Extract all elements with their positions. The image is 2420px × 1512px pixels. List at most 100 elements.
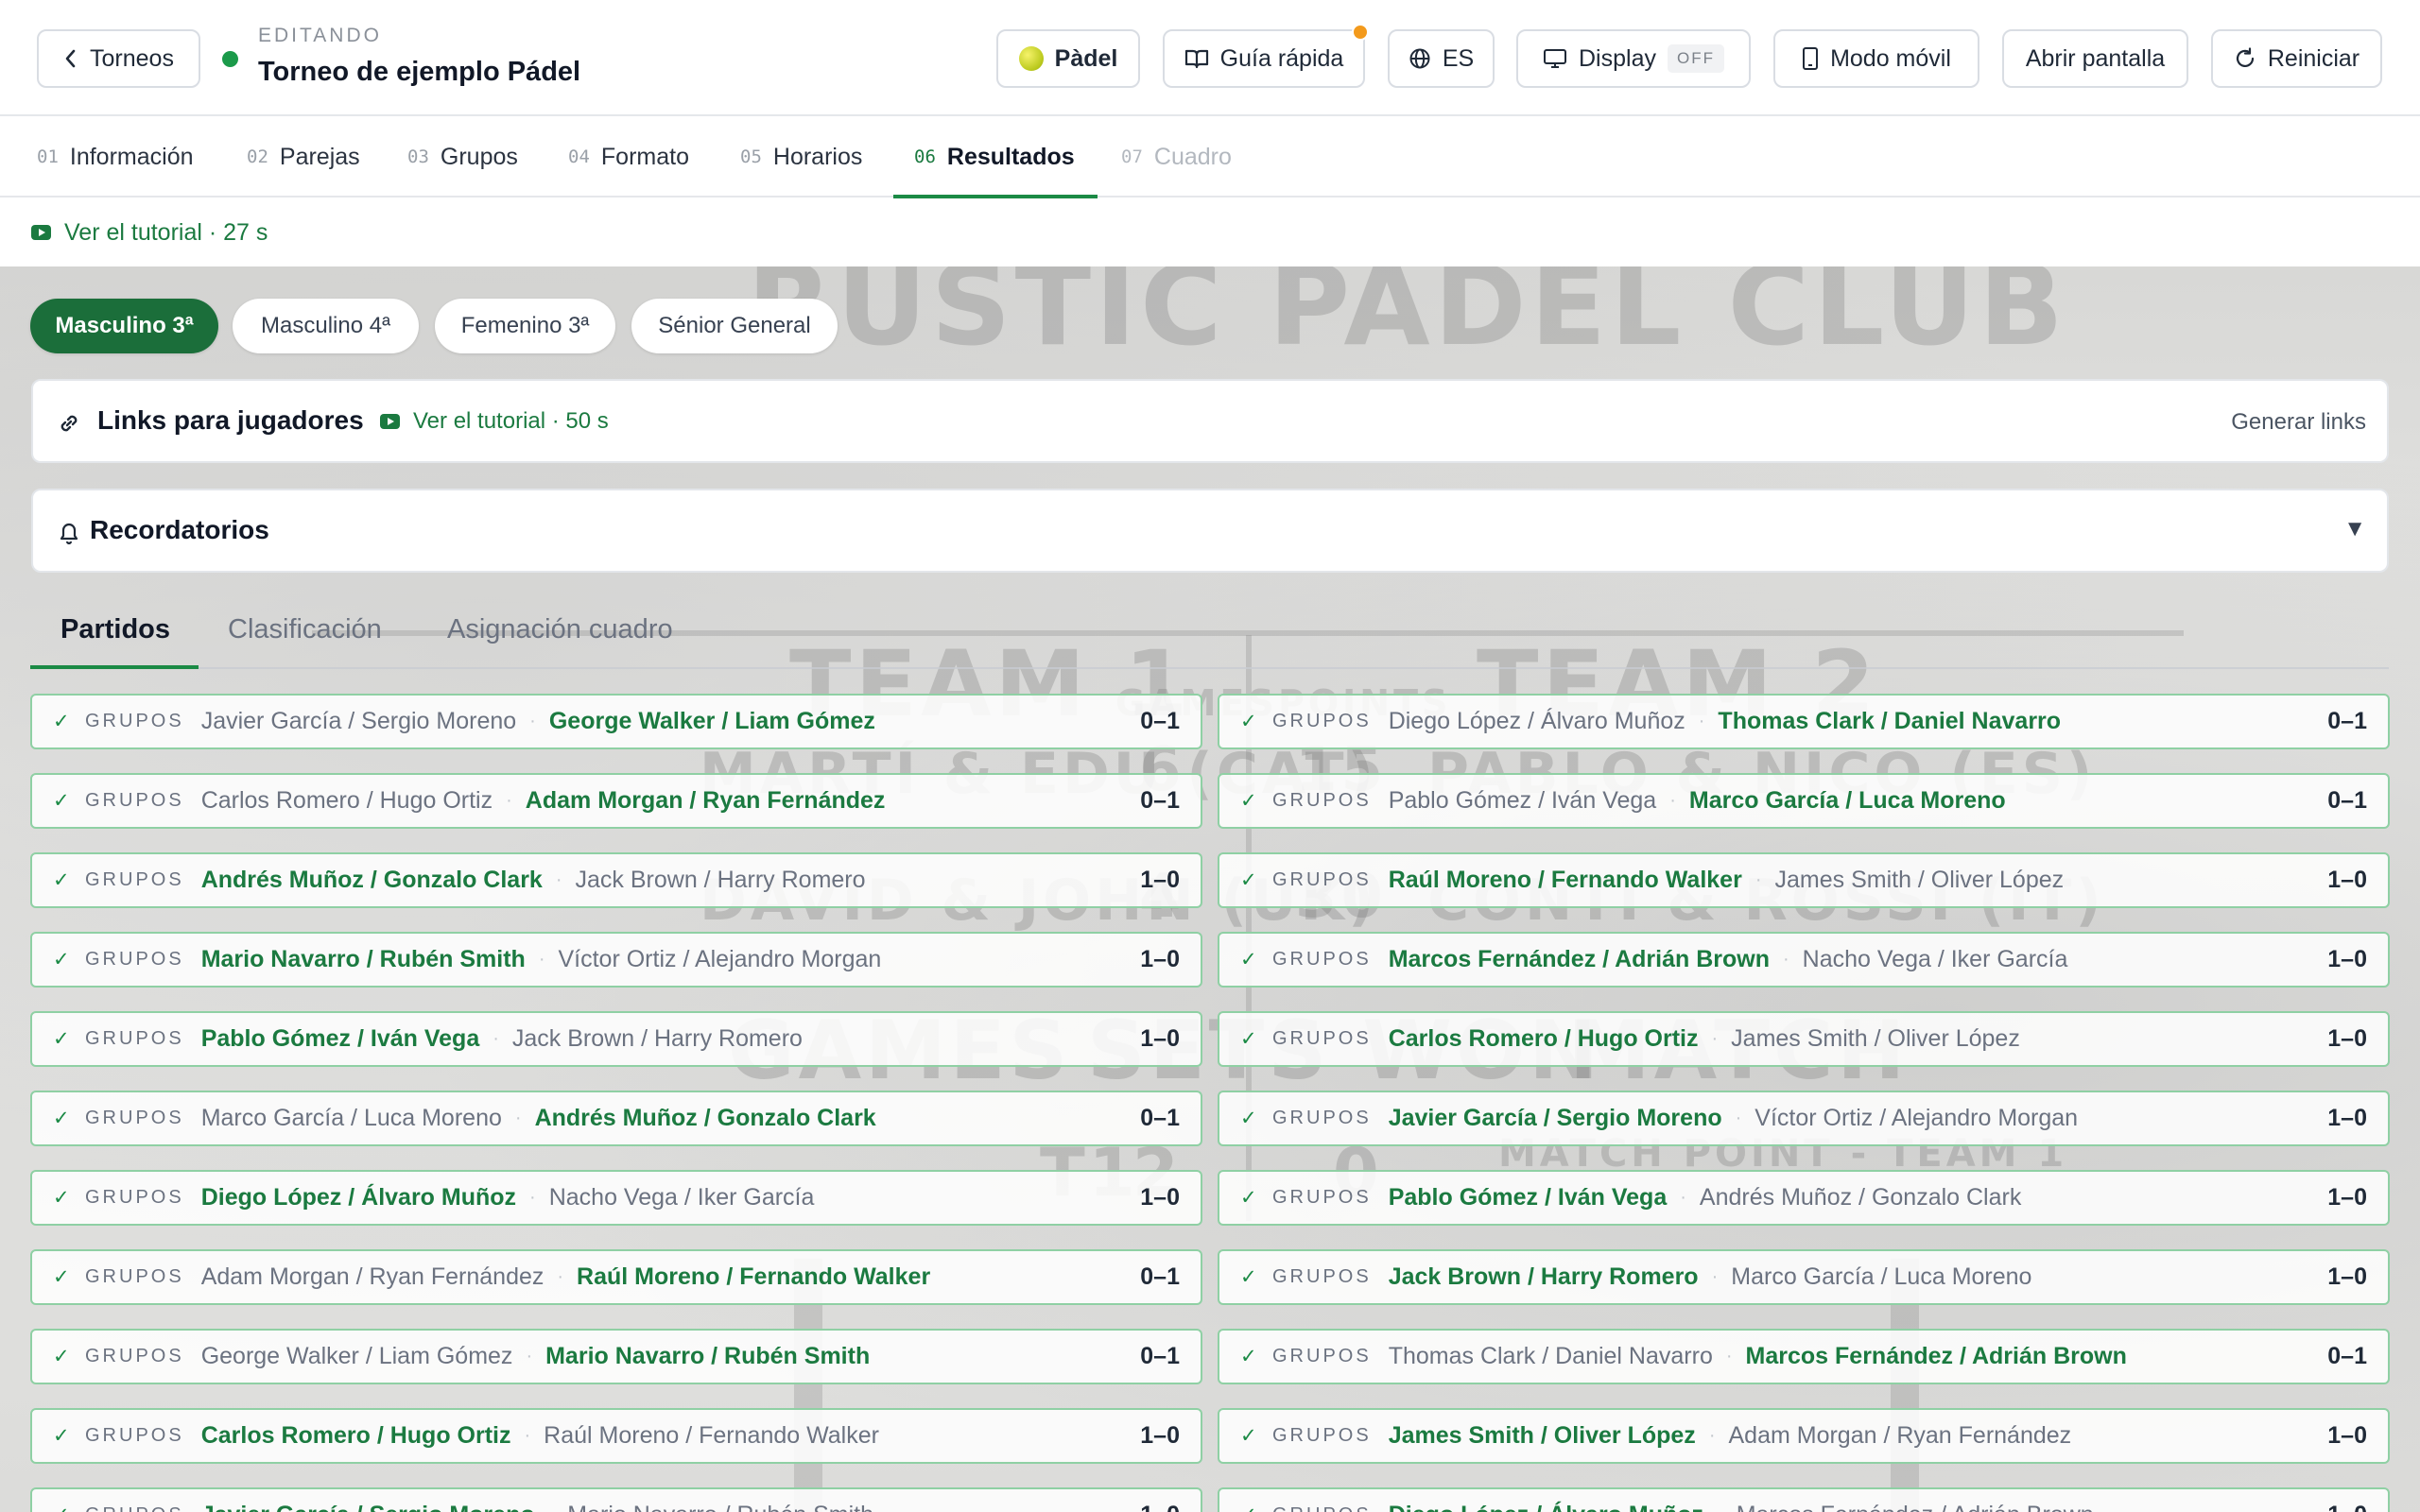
match-row[interactable]: ✓ GRUPOS Carlos Romero / Hugo Ortiz · James … [1218, 1011, 2390, 1067]
match-pair-1: Carlos Romero / Hugo Ortiz [200, 1422, 511, 1449]
match-score: 1–0 [2327, 867, 2367, 893]
match-stage: GRUPOS [1272, 869, 1372, 890]
step-parejas[interactable]: 02 Parejas [247, 116, 360, 198]
match-stage: GRUPOS [85, 1266, 184, 1287]
match-row[interactable]: ✓ GRUPOS Diego López / Álvaro Muñoz · Thomas… [1218, 694, 2390, 749]
match-pair-2: George Walker / Liam Gómez [548, 708, 875, 734]
step-resultados[interactable]: 06 Resultados [893, 116, 1098, 198]
back-to-tournaments-button[interactable]: Torneos [37, 29, 200, 88]
step-grupos[interactable]: 03 Grupos [407, 116, 518, 198]
tab-clasificacion[interactable]: Clasificación [228, 614, 382, 645]
match-stage: GRUPOS [1272, 1108, 1372, 1128]
sport-button[interactable]: Pàdel [996, 29, 1140, 88]
match-row[interactable]: ✓ GRUPOS Pablo Gómez / Iván Vega · Andrés Mu… [1218, 1170, 2390, 1226]
match-row[interactable]: ✓ GRUPOS James Smith / Oliver López · Adam M… [1218, 1408, 2390, 1464]
mobile-mode-button[interactable]: Modo móvil [1773, 29, 1979, 88]
match-stage: GRUPOS [1272, 1425, 1372, 1446]
check-icon: ✓ [1240, 949, 1257, 971]
step-number: 04 [568, 146, 590, 167]
chevron-down-icon[interactable]: ▼ [2343, 516, 2366, 542]
match-stage: GRUPOS [1272, 1028, 1372, 1049]
step-number: 05 [740, 146, 762, 167]
pair-separator: · [1708, 1425, 1716, 1446]
match-score: 1–0 [1140, 1025, 1180, 1052]
match-row[interactable]: ✓ GRUPOS Adam Morgan / Ryan Fernández · Raúl… [30, 1249, 1202, 1305]
match-stage: GRUPOS [85, 1187, 184, 1208]
book-icon [1184, 49, 1208, 69]
check-icon: ✓ [53, 1187, 70, 1209]
match-row[interactable]: ✓ GRUPOS Javier García / Sergio Moreno · Víc… [1218, 1091, 2390, 1146]
match-pair-2: Mario Navarro / Rubén Smith [545, 1343, 871, 1369]
chevron-left-icon [65, 49, 76, 68]
category-masculino-4[interactable]: Masculino 4ª [233, 299, 419, 353]
match-pair-1: Marco García / Luca Moreno [200, 1105, 502, 1131]
category-senior-general[interactable]: Sénior General [631, 299, 838, 353]
match-row[interactable]: ✓ GRUPOS Carlos Romero / Hugo Ortiz · Adam M… [30, 773, 1202, 829]
match-pair-1: Javier García / Sergio Moreno [1388, 1105, 1722, 1131]
check-icon: ✓ [53, 711, 70, 732]
match-row[interactable]: ✓ GRUPOS George Walker / Liam Gómez · Mario … [30, 1329, 1202, 1384]
step-number: 06 [914, 146, 936, 167]
open-screen-button[interactable]: Abrir pantalla [2002, 29, 2188, 88]
match-pair-2: Raúl Moreno / Fernando Walker [544, 1422, 879, 1449]
match-score: 1–0 [2327, 1105, 2367, 1131]
reminders-card[interactable]: Recordatorios ▼ [31, 489, 2389, 573]
match-score: 0–1 [1140, 1343, 1180, 1369]
check-icon: ✓ [53, 1266, 70, 1288]
match-row[interactable]: ✓ GRUPOS Thomas Clark / Daniel Navarro · Mar… [1218, 1329, 2390, 1384]
back-label: Torneos [90, 44, 174, 72]
reset-button[interactable]: Reiniciar [2211, 29, 2382, 88]
match-row[interactable]: ✓ GRUPOS Pablo Gómez / Iván Vega · Marco Gar… [1218, 773, 2390, 829]
match-row[interactable]: ✓ GRUPOS Carlos Romero / Hugo Ortiz · Raúl M… [30, 1408, 1202, 1464]
match-stage: GRUPOS [85, 1108, 184, 1128]
match-pair-2: Mario Navarro / Rubén Smith [567, 1502, 873, 1512]
match-row[interactable]: ✓ GRUPOS Pablo Gómez / Iván Vega · Jack Brow… [30, 1011, 1202, 1067]
match-row[interactable]: ✓ GRUPOS Javier García / Sergio Moreno · Mar… [30, 1487, 1202, 1512]
match-pair-2: James Smith / Oliver López [1774, 867, 2065, 893]
refresh-icon [2236, 47, 2254, 67]
pair-separator: · [524, 1425, 531, 1446]
match-pair-2: Nacho Vega / Iker García [1802, 946, 2068, 972]
display-toggle-button[interactable]: Display OFF [1516, 29, 1751, 88]
step-label: Resultados [946, 143, 1075, 170]
step-cuadro[interactable]: 07 Cuadro [1121, 116, 1232, 198]
tab-partidos[interactable]: Partidos [29, 614, 199, 669]
step-formato[interactable]: 04 Formato [568, 116, 689, 198]
pair-separator: · [1725, 1346, 1733, 1366]
match-pair-2: Marcos Fernández / Adrián Brown [1737, 1502, 2094, 1512]
generate-links-button[interactable]: Generar links [2231, 409, 2366, 436]
category-masculino-3[interactable]: Masculino 3ª [30, 299, 218, 353]
globe-icon [1409, 48, 1430, 69]
match-pair-2: Víctor Ortiz / Alejandro Morgan [1754, 1105, 2079, 1131]
step-horarios[interactable]: 05 Horarios [740, 116, 862, 198]
language-button[interactable]: ES [1388, 29, 1495, 88]
tab-asignacion-cuadro[interactable]: Asignación cuadro [447, 614, 673, 645]
match-stage: GRUPOS [1272, 1187, 1372, 1208]
match-row[interactable]: ✓ GRUPOS Diego López / Álvaro Muñoz · Marcos… [1218, 1487, 2390, 1512]
match-row[interactable]: ✓ GRUPOS Marcos Fernández / Adrián Brown · N… [1218, 932, 2390, 988]
pair-separator: · [555, 869, 562, 890]
check-icon: ✓ [53, 1028, 70, 1050]
category-femenino-3[interactable]: Femenino 3ª [435, 299, 615, 353]
match-row[interactable]: ✓ GRUPOS Jack Brown / Harry Romero · Marco G… [1218, 1249, 2390, 1305]
quick-guide-button[interactable]: Guía rápida [1163, 24, 1369, 88]
links-tutorial-link[interactable]: Ver el tutorial · 50 s [380, 408, 609, 435]
tournament-title: Torneo de ejemplo Pádel [258, 57, 581, 87]
match-row[interactable]: ✓ GRUPOS Marco García / Luca Moreno · Andrés… [30, 1091, 1202, 1146]
step-informacion[interactable]: 01 Información [37, 116, 194, 198]
step-label: Horarios [772, 143, 863, 170]
phone-icon [1803, 47, 1819, 70]
match-pair-1: Mario Navarro / Rubén Smith [200, 946, 526, 972]
match-pair-1: James Smith / Oliver López [1388, 1422, 1696, 1449]
match-pair-2: Víctor Ortiz / Alejandro Morgan [558, 946, 882, 972]
match-row[interactable]: ✓ GRUPOS Javier García / Sergio Moreno · Geo… [30, 694, 1202, 749]
match-row[interactable]: ✓ GRUPOS Andrés Muñoz / Gonzalo Clark · Jack… [30, 852, 1202, 908]
step-number: 07 [1121, 146, 1143, 167]
pair-separator: · [557, 1266, 564, 1287]
step-number: 01 [37, 146, 59, 167]
match-row[interactable]: ✓ GRUPOS Diego López / Álvaro Muñoz · Nacho … [30, 1170, 1202, 1226]
match-row[interactable]: ✓ GRUPOS Mario Navarro / Rubén Smith · Vícto… [30, 932, 1202, 988]
match-row[interactable]: ✓ GRUPOS Raúl Moreno / Fernando Walker · Jam… [1218, 852, 2390, 908]
tutorial-link[interactable]: Ver el tutorial · 27 s [64, 219, 268, 247]
check-icon: ✓ [53, 1108, 70, 1129]
